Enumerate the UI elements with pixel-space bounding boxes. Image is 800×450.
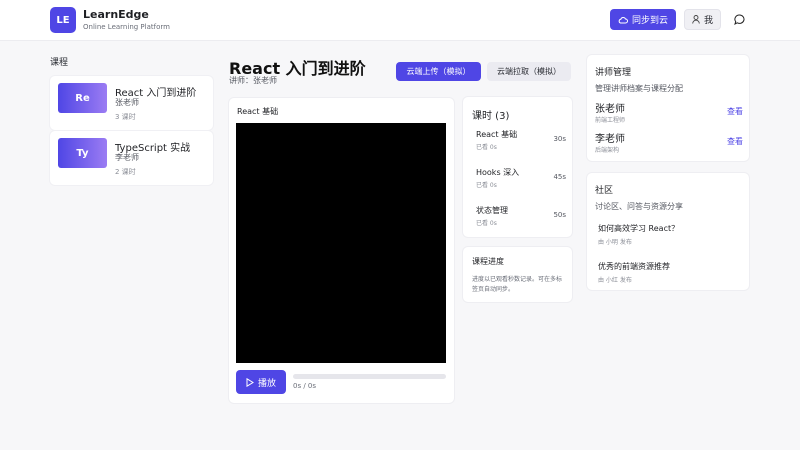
video-player: React 基础 播放 0s / 0s [229, 98, 454, 403]
lesson-item[interactable]: 状态管理 已看 0s 50s [476, 205, 566, 235]
top-header: LE LearnEdge Online Learning Platform 同步… [0, 0, 800, 41]
video-title: React 基础 [237, 107, 279, 116]
community-post[interactable]: 如何高效学习 React？ 由 小明 发布 [598, 223, 738, 249]
post-author: 由 小明 发布 [598, 239, 632, 246]
course-lesson-count: 3 课时 [115, 113, 136, 121]
course-progress-panel: 课程进度 进度以已观看秒数记录。可在多标签页自动同步。 [463, 247, 572, 302]
app-logo: LE [50, 7, 76, 33]
course-thumbnail: Ty [58, 138, 107, 168]
profile-button-label: 我 [703, 16, 713, 26]
lesson-name: Hooks 深入 [476, 168, 520, 177]
post-title: 优秀的前端资源推荐 [598, 262, 670, 271]
lesson-item[interactable]: React 基础 已看 0s 30s [476, 129, 566, 159]
course-progress-description: 进度以已观看秒数记录。可在多标签页自动同步。 [472, 276, 563, 293]
view-teacher-link[interactable]: 查看 [727, 106, 743, 117]
teacher-panel-subtitle: 管理讲师档案与课程分配 [595, 84, 683, 93]
lesson-watched: 已看 0s [476, 144, 497, 151]
course-lesson-count: 2 课时 [115, 168, 136, 176]
teacher-name: 李老师 [595, 134, 625, 145]
course-teacher: 李老师 [115, 153, 139, 162]
lesson-watched: 已看 0s [476, 182, 497, 189]
teacher-name: 张老师 [595, 104, 625, 115]
sync-button-label: 同步到云 [631, 16, 668, 26]
chat-bubble-icon [733, 14, 744, 25]
teacher-panel-heading: 讲师管理 [595, 68, 632, 78]
play-button[interactable]: 播放 [236, 370, 286, 394]
brand-name: LearnEdge [83, 8, 149, 21]
cloud-icon [618, 16, 628, 23]
teacher-row: 张老师 前端工程师 查看 [595, 100, 743, 126]
teacher-role: 后端架构 [595, 147, 620, 154]
teacher-role: 前端工程师 [595, 117, 626, 124]
course-card[interactable]: Ty TypeScript 实战 李老师 2 课时 [50, 131, 213, 185]
play-button-label: 播放 [257, 378, 276, 389]
video-progress-bar[interactable] [293, 374, 446, 379]
user-icon [692, 15, 700, 24]
course-progress-heading: 课程进度 [472, 257, 504, 266]
video-time: 0s / 0s [293, 382, 317, 390]
lesson-watched: 已看 0s [476, 220, 497, 227]
lessons-panel: 课时 (3) React 基础 已看 0s 30s Hooks 深入 已看 0s… [463, 97, 572, 237]
lesson-name: 状态管理 [476, 206, 508, 215]
lesson-item[interactable]: Hooks 深入 已看 0s 45s [476, 167, 566, 197]
course-teacher: 张老师 [115, 98, 139, 107]
cloud-upload-button[interactable]: 云端上传（模拟） [396, 62, 481, 81]
page-teacher: 讲师：张老师 [229, 76, 277, 85]
lesson-duration: 30s [553, 135, 566, 143]
community-post[interactable]: 优秀的前端资源推荐 由 小红 发布 [598, 261, 738, 287]
teacher-management-panel: 讲师管理 管理讲师档案与课程分配 张老师 前端工程师 查看 李老师 后端架构 查… [587, 55, 749, 161]
lesson-name: React 基础 [476, 130, 518, 139]
profile-button[interactable]: 我 [684, 9, 721, 30]
community-subtitle: 讨论区、问答与资源分享 [595, 202, 683, 211]
sync-to-cloud-button[interactable]: 同步到云 [610, 9, 676, 30]
community-panel: 社区 讨论区、问答与资源分享 如何高效学习 React？ 由 小明 发布 优秀的… [587, 173, 749, 290]
cloud-pull-button[interactable]: 云端拉取（模拟） [487, 62, 571, 81]
lessons-heading: 课时 (3) [472, 111, 510, 122]
lesson-duration: 50s [553, 211, 566, 219]
play-icon [246, 377, 254, 387]
course-thumbnail: Re [58, 83, 107, 113]
post-author: 由 小红 发布 [598, 277, 632, 284]
view-teacher-link[interactable]: 查看 [727, 136, 743, 147]
course-card[interactable]: Re React 入门到进阶 张老师 3 课时 [50, 76, 213, 130]
chat-button[interactable] [729, 9, 749, 30]
community-heading: 社区 [595, 186, 614, 196]
lesson-duration: 45s [553, 173, 566, 181]
brand-subtitle: Online Learning Platform [83, 23, 170, 31]
video-screen[interactable] [236, 123, 446, 363]
teacher-row: 李老师 后端架构 查看 [595, 130, 743, 156]
course-list-heading: 课程 [50, 58, 69, 68]
post-title: 如何高效学习 React？ [598, 224, 680, 233]
